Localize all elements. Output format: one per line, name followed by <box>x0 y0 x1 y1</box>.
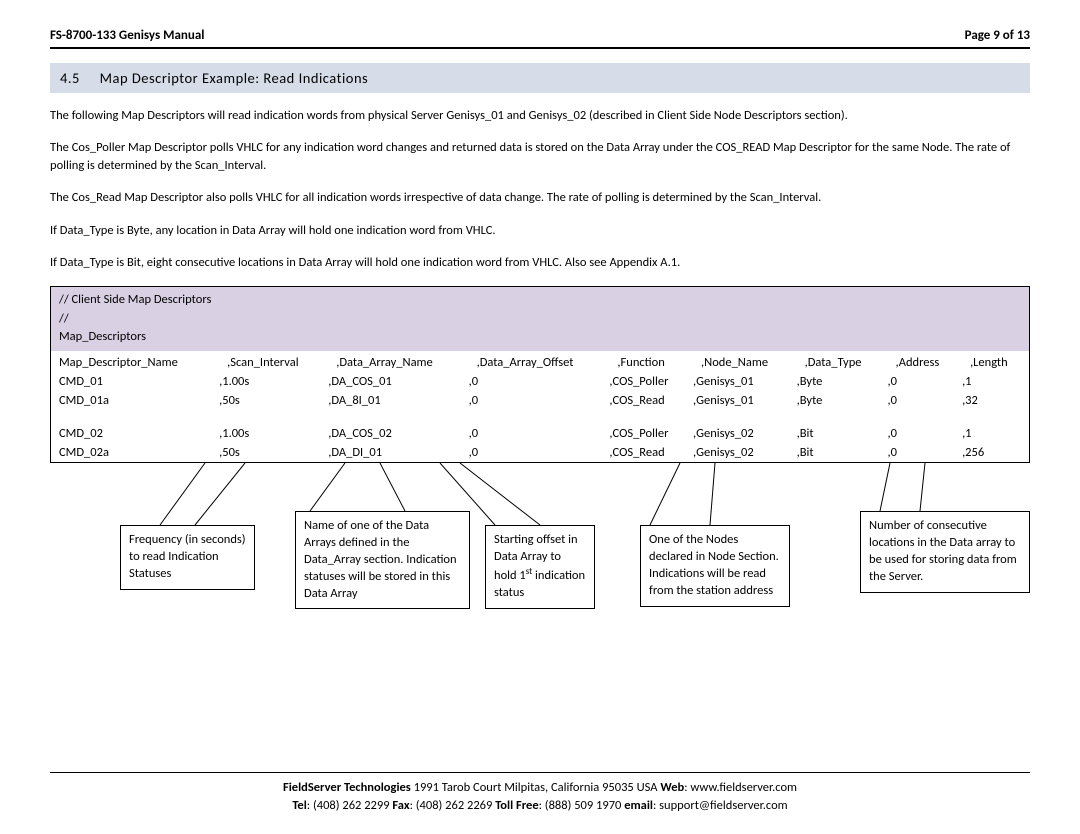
cell: ,COS_Read <box>609 391 693 410</box>
doc-title: FS-8700-133 Genisys Manual <box>50 28 204 43</box>
cell: ,Genisys_01 <box>693 391 797 410</box>
col-header: ,Data_Array_Offset <box>469 351 610 372</box>
paragraph: If Data_Type is Bit, eight consecutive l… <box>50 254 1030 272</box>
cell: ,Genisys_02 <box>693 424 797 443</box>
cell: ,DA_DI_01 <box>328 443 468 462</box>
cell: ,COS_Poller <box>609 372 693 391</box>
paragraph: If Data_Type is Byte, any location in Da… <box>50 222 1030 240</box>
footer-text: : www.fieldserver.com <box>684 780 797 795</box>
footer-text: : support@fieldserver.com <box>653 798 788 813</box>
table-column-row: Map_Descriptor_Name ,Scan_Interval ,Data… <box>51 351 1029 372</box>
callout-length: Number of consecutive locations in the D… <box>860 511 1030 593</box>
table-row: CMD_02 ,1.00s ,DA_COS_02 ,0 ,COS_Poller … <box>51 424 1029 443</box>
table-header-line: // Client Side Map Descriptors <box>59 291 1021 310</box>
col-header: ,Scan_Interval <box>219 351 328 372</box>
table-row: CMD_01a ,50s ,DA_8I_01 ,0 ,COS_Read ,Gen… <box>51 391 1029 410</box>
cell: CMD_01a <box>51 391 219 410</box>
section-number: 4.5 <box>60 69 80 87</box>
cell: ,DA_8I_01 <box>328 391 468 410</box>
table-header-block: // Client Side Map Descriptors // Map_De… <box>51 287 1029 351</box>
footer-line: Tel: (408) 262 2299 Fax: (408) 262 2269 … <box>50 797 1030 816</box>
paragraph: The Cos_Poller Map Descriptor polls VHLC… <box>50 139 1030 175</box>
table-row: CMD_01 ,1.00s ,DA_COS_01 ,0 ,COS_Poller … <box>51 372 1029 391</box>
cell: ,Byte <box>797 372 888 391</box>
footer-label: Toll Free <box>495 798 538 813</box>
cell: CMD_01 <box>51 372 219 391</box>
cell: ,1.00s <box>219 372 328 391</box>
cell: ,50s <box>219 443 328 462</box>
paragraph: The following Map Descriptors will read … <box>50 107 1030 125</box>
page-header: FS-8700-133 Genisys Manual Page 9 of 13 <box>50 28 1030 49</box>
cell: ,DA_COS_01 <box>328 372 468 391</box>
callout-data-array-name: Name of one of the Data Arrays defined i… <box>295 511 470 609</box>
table-header-line: // <box>59 310 1021 329</box>
cell: ,50s <box>219 391 328 410</box>
footer-label: Web <box>660 780 684 795</box>
footer-label: email <box>624 798 653 813</box>
footer-line: FieldServer Technologies 1991 Tarob Cour… <box>50 779 1030 798</box>
cell: ,Bit <box>797 424 888 443</box>
cell: ,1.00s <box>219 424 328 443</box>
cell: ,0 <box>469 391 610 410</box>
spacer-row <box>51 410 1029 424</box>
callout-layer: Frequency (in seconds) to read Indicatio… <box>50 463 1030 683</box>
cell: ,256 <box>962 443 1029 462</box>
cell: ,0 <box>888 372 963 391</box>
callout-starting-offset: Starting offset in Data Array to hold 1s… <box>485 525 595 609</box>
footer-text: : (408) 262 2269 <box>410 798 496 813</box>
callout-node-name: One of the Nodes declared in Node Sectio… <box>640 525 790 607</box>
map-descriptor-table: // Client Side Map Descriptors // Map_De… <box>50 286 1030 463</box>
col-header: ,Node_Name <box>693 351 797 372</box>
col-header: ,Data_Type <box>797 351 888 372</box>
cell: ,COS_Poller <box>609 424 693 443</box>
footer-label: Tel <box>292 798 306 813</box>
cell: ,32 <box>962 391 1029 410</box>
col-header: ,Function <box>609 351 693 372</box>
table-row: CMD_02a ,50s ,DA_DI_01 ,0 ,COS_Read ,Gen… <box>51 443 1029 462</box>
cell: ,0 <box>469 424 610 443</box>
col-header: Map_Descriptor_Name <box>51 351 219 372</box>
page-number: Page 9 of 13 <box>965 28 1030 43</box>
cell: ,Genisys_02 <box>693 443 797 462</box>
cell: ,COS_Read <box>609 443 693 462</box>
col-header: ,Length <box>962 351 1029 372</box>
footer-text: : (888) 509 1970 <box>539 798 625 813</box>
cell: ,0 <box>469 372 610 391</box>
col-header: ,Data_Array_Name <box>328 351 468 372</box>
cell: ,DA_COS_02 <box>328 424 468 443</box>
cell: ,0 <box>888 424 963 443</box>
cell: ,0 <box>888 391 963 410</box>
cell: ,Bit <box>797 443 888 462</box>
cell: ,1 <box>962 372 1029 391</box>
paragraph: The Cos_Read Map Descriptor also polls V… <box>50 189 1030 207</box>
cell: CMD_02a <box>51 443 219 462</box>
footer-company: FieldServer Technologies <box>283 780 411 795</box>
footer-text: : (408) 262 2299 <box>307 798 393 813</box>
callout-frequency: Frequency (in seconds) to read Indicatio… <box>120 525 255 590</box>
cell: ,Genisys_01 <box>693 372 797 391</box>
cell: CMD_02 <box>51 424 219 443</box>
footer-label: Fax <box>392 798 409 813</box>
section-title: Map Descriptor Example: Read Indications <box>100 69 369 87</box>
cell: ,0 <box>888 443 963 462</box>
page-footer: FieldServer Technologies 1991 Tarob Cour… <box>50 772 1030 817</box>
cell: ,1 <box>962 424 1029 443</box>
cell: ,0 <box>469 443 610 462</box>
col-header: ,Address <box>888 351 963 372</box>
table-header-line: Map_Descriptors <box>59 328 1021 347</box>
footer-text: 1991 Tarob Court Milpitas, California 95… <box>411 780 661 795</box>
cell: ,Byte <box>797 391 888 410</box>
section-heading: 4.5 Map Descriptor Example: Read Indicat… <box>50 63 1030 93</box>
data-table: Map_Descriptor_Name ,Scan_Interval ,Data… <box>51 351 1029 462</box>
